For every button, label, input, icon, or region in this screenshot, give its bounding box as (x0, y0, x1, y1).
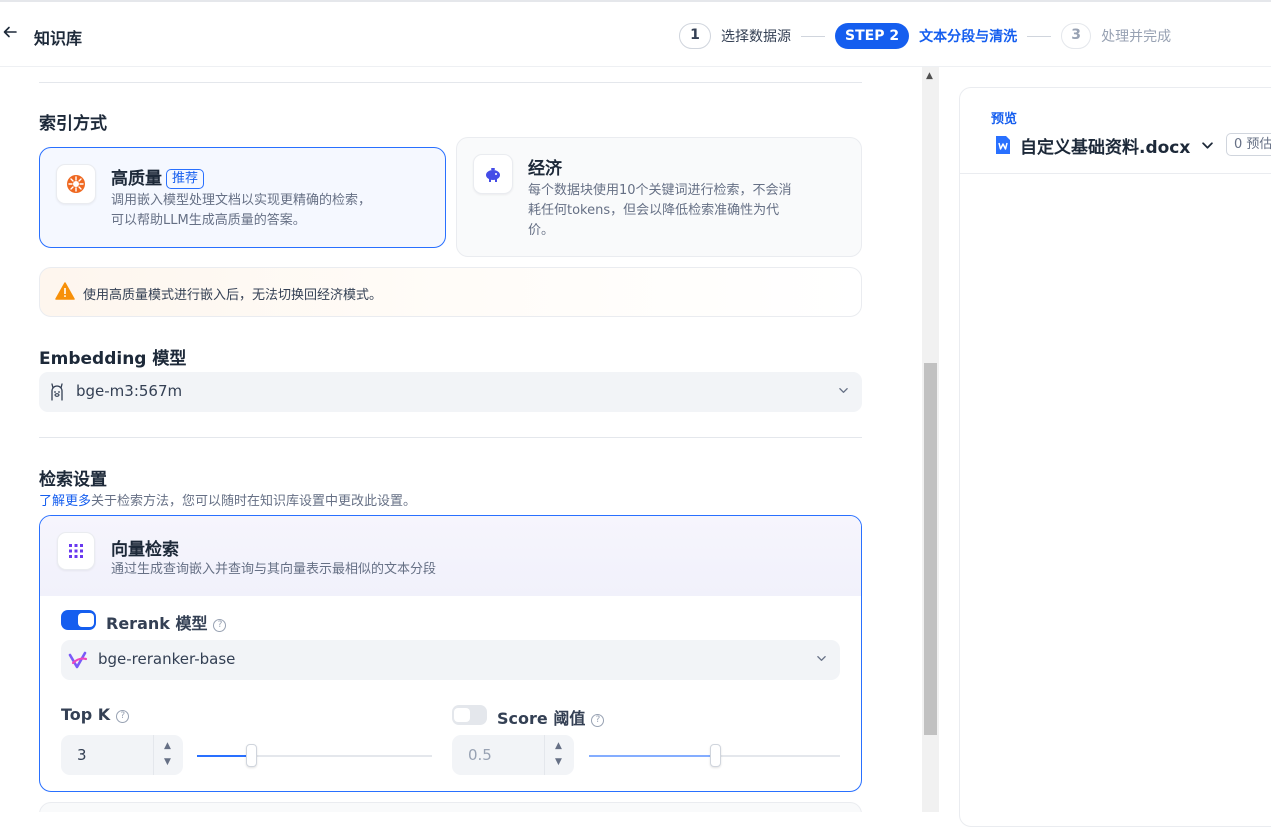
rerank-model-value: bge-reranker-base (98, 650, 236, 668)
preview-panel: 预览 自定义基础资料.docx 0 预估 (959, 87, 1271, 827)
warning-triangle-icon (55, 282, 75, 300)
desc-line: 调用嵌入模型处理文档以实现更精确的检索， (111, 193, 372, 208)
score-slider-thumb[interactable] (710, 744, 721, 767)
score-threshold-label: Score 阈值? (497, 705, 605, 729)
rerank-model-select[interactable]: bge-reranker-base (61, 640, 840, 680)
step-3-number: 3 (1061, 23, 1092, 49)
embedding-heading: Embedding 模型 (39, 349, 187, 369)
chevron-up-icon[interactable]: ▲ (555, 741, 562, 751)
step-connector (1027, 35, 1052, 37)
retrieval-hint-text: 关于检索方法，您可以随时在知识库设置中更改此设置。 (91, 494, 417, 509)
step-3-label: 处理并完成 (1101, 29, 1172, 45)
vector-search-description: 通过生成查询嵌入并查询与其向量表示最相似的文本分段 (111, 562, 437, 577)
high-quality-description: 调用嵌入模型处理文档以实现更精确的检索， 可以帮助LLM生成高质量的答案。 (111, 191, 371, 231)
step-1-number: 1 (679, 23, 711, 49)
embedding-model-value: bge-m3:567m (76, 382, 183, 400)
learn-more-link[interactable]: 了解更多 (39, 494, 91, 509)
step-2-number: STEP 2 (835, 23, 910, 49)
chevron-up-icon[interactable]: ▲ (164, 741, 171, 751)
top-k-slider-fill (197, 755, 251, 757)
high-quality-title-text: 高质量 (111, 169, 162, 189)
question-icon[interactable]: ? (116, 710, 130, 723)
back-arrow-icon[interactable] (2, 24, 22, 46)
recommended-badge: 推荐 (166, 169, 205, 189)
scrollbar-thumb[interactable] (924, 363, 937, 735)
step-connector (801, 35, 825, 37)
settings-panel: 索引方式 高质量 推荐 调用嵌入模型处理文档以实现更精确的检索， 可以帮助LLM生… (0, 67, 922, 812)
retrieval-heading: 检索设置 (39, 470, 107, 490)
desc-line: 耗任何tokens，但会以降低检索准确性为代 (528, 203, 780, 218)
rocket-icon (56, 164, 96, 204)
chevron-down-icon[interactable]: ▼ (555, 757, 562, 767)
rerank-label-text: Rerank 模型 (106, 614, 208, 633)
piggy-bank-icon (473, 154, 513, 194)
ollama-icon (51, 383, 63, 401)
retrieval-hint: 了解更多关于检索方法，您可以随时在知识库设置中更改此设置。 (39, 490, 416, 509)
preview-file-name: 自定义基础资料.docx (1020, 138, 1191, 158)
top-k-input[interactable]: 3 ▲ ▼ (61, 735, 183, 775)
chevron-down-icon[interactable]: ▼ (164, 757, 171, 767)
chevron-down-icon (817, 656, 826, 661)
word-doc-icon (996, 136, 1010, 154)
warning-banner: 使用高质量模式进行嵌入后，无法切换回经济模式。 (39, 267, 862, 317)
scrollbar[interactable]: ▲ (922, 67, 939, 812)
divider (39, 437, 862, 438)
top-k-label: Top K? (61, 705, 130, 724)
top-bar: 知识库 1 选择数据源 STEP 2 文本分段与清洗 3 处理并完成 (0, 0, 1271, 67)
warning-text: 使用高质量模式进行嵌入后，无法切换回经济模式。 (83, 288, 383, 303)
chevron-down-icon (839, 388, 848, 393)
score-threshold-toggle[interactable] (452, 705, 487, 725)
divider (39, 82, 862, 83)
score-threshold-value: 0.5 (468, 746, 492, 764)
index-heading: 索引方式 (39, 114, 107, 134)
preview-label: 预览 (991, 112, 1018, 127)
step-1-label: 选择数据源 (721, 29, 791, 45)
top-k-value: 3 (77, 746, 87, 764)
desc-line: 可以帮助LLM生成高质量的答案。 (111, 213, 306, 228)
preview-file-select[interactable]: 自定义基础资料.docx (1020, 133, 1214, 158)
score-slider-fill (589, 755, 715, 757)
preview-chunk-count: 0 预估 (1226, 133, 1271, 156)
economy-description: 每个数据块使用10个关键词进行检索，不会消 耗任何tokens，但会以降低检索准… (528, 181, 792, 241)
knowledge-base-title[interactable]: 知识库 (34, 25, 82, 49)
rerank-toggle[interactable] (61, 610, 96, 630)
chevron-down-icon (1202, 142, 1214, 149)
embedding-model-select[interactable]: bge-m3:567m (39, 372, 862, 412)
question-icon[interactable]: ? (591, 714, 605, 727)
economy-title: 经济 (528, 159, 562, 179)
next-retrieval-option-card[interactable] (39, 802, 862, 812)
preview-header: 预览 自定义基础资料.docx 0 预估 (960, 88, 1271, 174)
question-icon[interactable]: ? (213, 619, 227, 632)
stepper: 1 选择数据源 STEP 2 文本分段与清洗 3 处理并完成 (679, 22, 1171, 50)
rerank-label: Rerank 模型? (106, 610, 227, 634)
grid-dots-icon (57, 532, 95, 570)
score-label-text: Score 阈值 (497, 709, 586, 728)
desc-line: 价。 (528, 223, 555, 238)
scroll-up-arrow[interactable]: ▲ (926, 71, 933, 81)
vector-search-title: 向量检索 (111, 540, 179, 560)
step-2-label: 文本分段与清洗 (919, 29, 1018, 45)
score-stepper[interactable]: ▲ ▼ (544, 735, 574, 775)
desc-line: 每个数据块使用10个关键词进行检索，不会消 (528, 183, 792, 198)
vector-search-header: 向量检索 通过生成查询嵌入并查询与其向量表示最相似的文本分段 (40, 516, 861, 596)
rerank-logo-icon (68, 651, 88, 669)
top-k-stepper[interactable]: ▲ ▼ (153, 735, 183, 775)
high-quality-title: 高质量 推荐 (111, 164, 205, 189)
score-threshold-input[interactable]: 0.5 ▲ ▼ (452, 735, 574, 775)
vector-search-card[interactable]: 向量检索 通过生成查询嵌入并查询与其向量表示最相似的文本分段 Rerank 模型… (39, 515, 862, 792)
top-k-slider-thumb[interactable] (246, 744, 257, 767)
index-option-high-quality[interactable]: 高质量 推荐 调用嵌入模型处理文档以实现更精确的检索， 可以帮助LLM生成高质量的… (39, 147, 446, 248)
index-option-economy[interactable]: 经济 每个数据块使用10个关键词进行检索，不会消 耗任何tokens，但会以降低… (456, 137, 862, 257)
top-k-label-text: Top K (61, 705, 111, 724)
